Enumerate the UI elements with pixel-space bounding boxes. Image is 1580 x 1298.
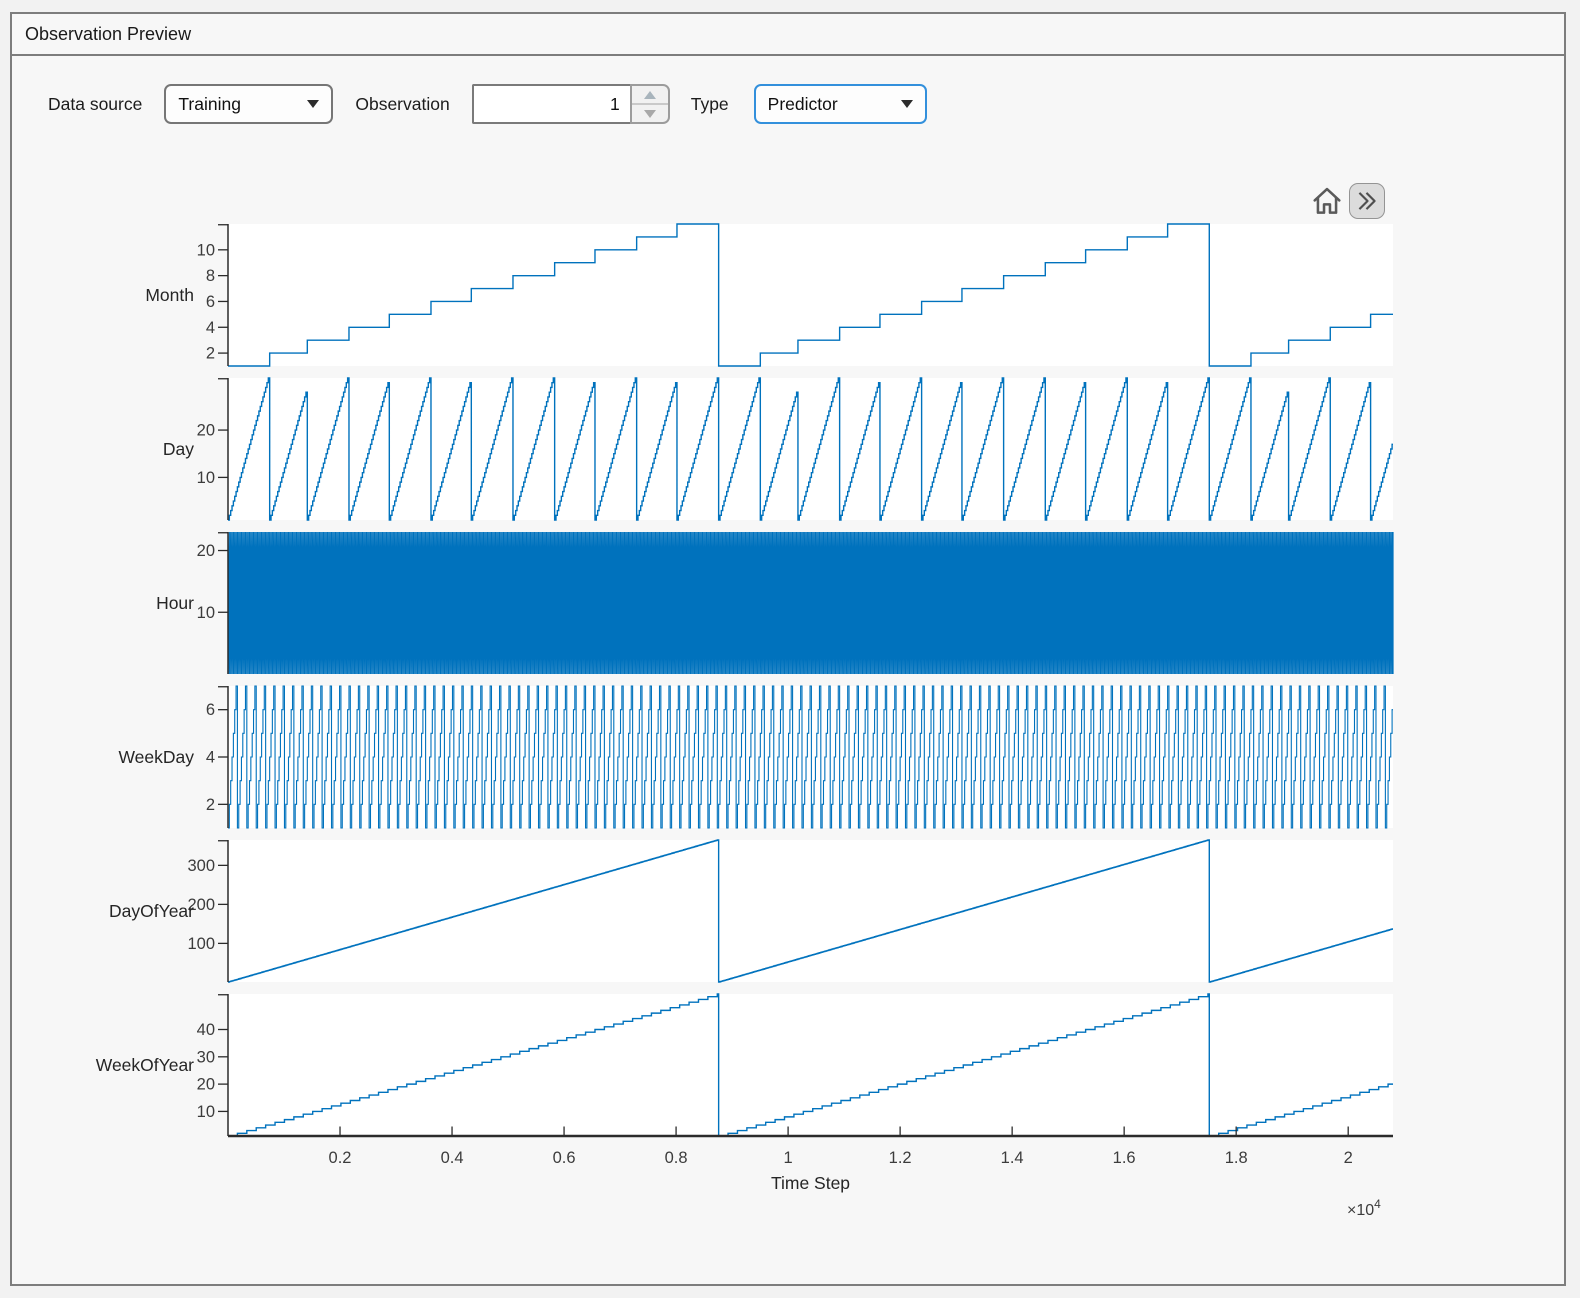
plot-background-weekofyear (228, 994, 1393, 1136)
y-tick-label: 10 (197, 241, 215, 259)
x-axis-title: Time Step (771, 1173, 850, 1193)
triangle-up-icon (644, 91, 656, 99)
plot-background-dayofyear (228, 840, 1393, 982)
y-tick-label: 20 (197, 542, 215, 560)
triangle-down-icon (644, 110, 656, 118)
observation-input[interactable] (472, 84, 630, 124)
x-tick-label: 1.2 (889, 1149, 912, 1167)
panel-title-bar: Observation Preview (12, 14, 1564, 56)
chevron-down-icon (307, 100, 319, 108)
panel-name-label: DayOfYear (109, 901, 194, 921)
panel-title: Observation Preview (25, 24, 191, 45)
y-tick-label: 100 (187, 935, 215, 953)
series-line-hour (228, 532, 1393, 674)
axis-exponent-label: ×104 (1347, 1197, 1381, 1219)
panel-name-label: Day (163, 439, 194, 459)
y-tick-label: 10 (197, 469, 215, 487)
stacked-time-series-plot: 246810Month1020Day1020Hour246WeekDay1002… (60, 162, 1460, 1242)
chevron-down-icon (901, 100, 913, 108)
plot-background-month (228, 224, 1393, 366)
panel-name-label: Hour (156, 593, 194, 613)
x-tick-label: 1.6 (1113, 1149, 1136, 1167)
spin-down-button[interactable] (632, 105, 668, 122)
y-tick-label: 6 (206, 701, 215, 719)
panel-name-label: Month (145, 285, 194, 305)
y-tick-label: 2 (206, 345, 215, 363)
y-tick-label: 4 (206, 749, 215, 767)
data-source-value: Training (178, 94, 241, 115)
x-tick-label: 0.8 (665, 1149, 688, 1167)
spin-up-button[interactable] (632, 86, 668, 105)
plot-background-day (228, 378, 1393, 520)
y-tick-label: 10 (197, 604, 215, 622)
y-tick-label: 2 (206, 796, 215, 814)
data-source-dropdown[interactable]: Training (164, 84, 333, 124)
panel-name-label: WeekOfYear (96, 1055, 194, 1075)
x-tick-label: 0.2 (329, 1149, 352, 1167)
observation-spinner (472, 84, 670, 124)
observation-label: Observation (355, 94, 449, 115)
x-tick-label: 2 (1344, 1149, 1353, 1167)
figure-area: 246810Month1020Day1020Hour246WeekDay1002… (12, 152, 1564, 1288)
observation-preview-panel: Observation Preview Data source Training… (10, 12, 1566, 1286)
y-tick-label: 20 (197, 1076, 215, 1094)
panel-name-label: WeekDay (118, 747, 194, 767)
y-tick-label: 30 (197, 1048, 215, 1066)
type-dropdown[interactable]: Predictor (754, 84, 927, 124)
x-tick-label: 1.4 (1001, 1149, 1024, 1167)
type-value: Predictor (768, 94, 838, 115)
controls-row: Data source Training Observation Type Pr… (12, 56, 1564, 152)
x-tick-label: 1 (784, 1149, 793, 1167)
y-tick-label: 6 (206, 293, 215, 311)
y-tick-label: 4 (206, 319, 215, 337)
x-tick-label: 1.8 (1225, 1149, 1248, 1167)
y-tick-label: 10 (197, 1103, 215, 1121)
y-tick-label: 8 (206, 267, 215, 285)
type-label: Type (691, 94, 729, 115)
y-tick-label: 20 (197, 422, 215, 440)
x-tick-label: 0.6 (553, 1149, 576, 1167)
y-tick-label: 300 (187, 857, 215, 875)
y-tick-label: 40 (197, 1021, 215, 1039)
observation-spin-buttons (630, 84, 670, 124)
data-source-label: Data source (48, 94, 142, 115)
x-tick-label: 0.4 (441, 1149, 464, 1167)
